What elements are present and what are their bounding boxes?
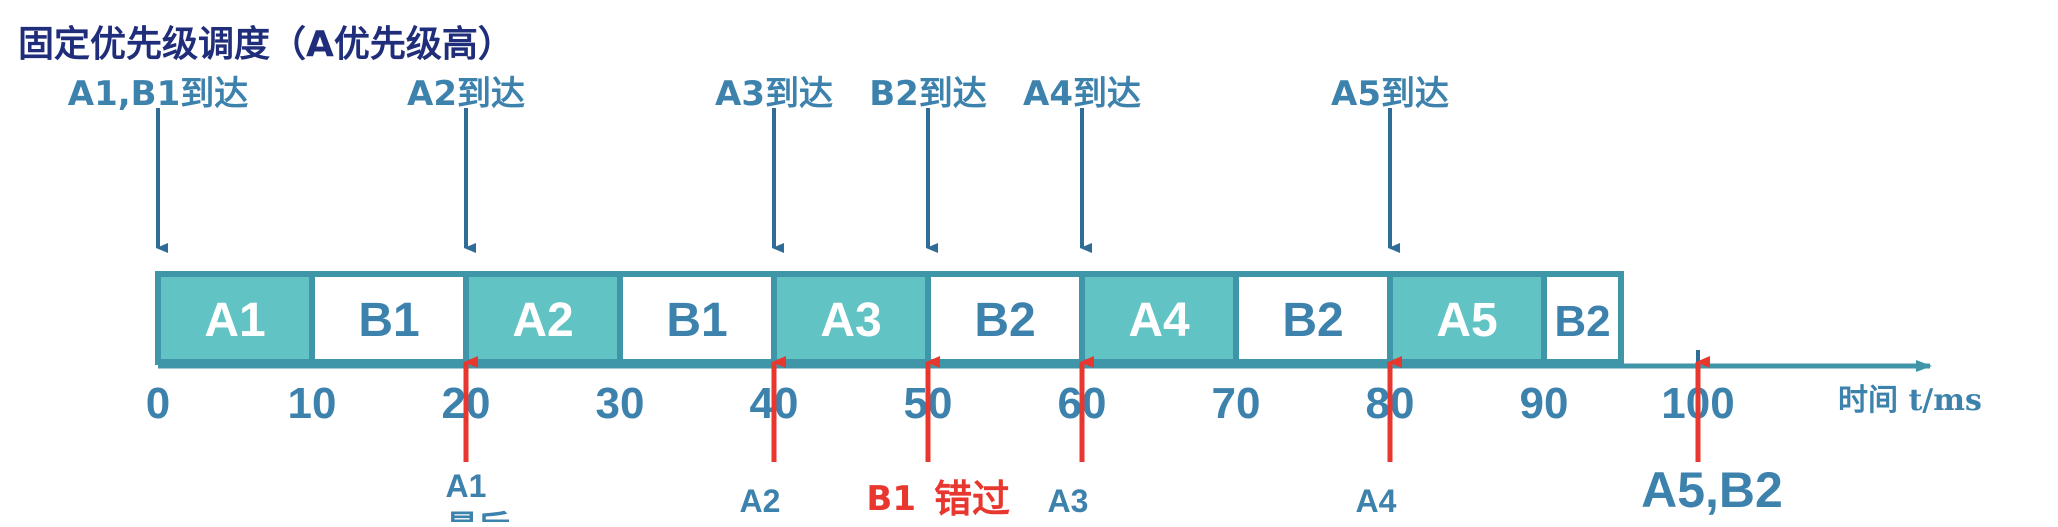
timeline-svg: 固定优先级调度（A优先级高） A1,B1到达 A2到达 A3到达 B2到达 A4到达 A5… [18,24,1982,527]
deadline-markers: A1 最后 A2 B1 错过 A3 A4 A5,B2 [446,356,1783,527]
slot-label: A1 [204,294,265,347]
axis-unit-label: 时间 t/ms [1838,383,1982,418]
axis-tick-label: 30 [596,379,645,428]
arrival-label: B2到达 [869,74,987,114]
arrival-label: A1,B1到达 [68,74,248,114]
arrival-label: A3到达 [715,74,833,114]
arrival-label: A5到达 [1331,74,1449,114]
axis-tick-label: 0 [146,379,170,428]
arrival-markers: A1,B1到达 A2到达 A3到达 B2到达 A4到达 A5到达 [68,74,1449,253]
slot-label: A3 [820,294,881,347]
slot-label: A2 [512,294,573,347]
deadline-label: A2 [740,483,781,519]
deadline-label: A3 [1048,483,1089,519]
deadline-label: A5,B2 [1641,462,1783,518]
deadline-sublabel: 最后 [446,509,510,522]
slot-label: A5 [1436,294,1497,347]
slot-label: B2 [1554,297,1610,346]
deadline-label: B1 [866,479,916,519]
deadline-label: A4 [1356,483,1397,519]
arrival-label: A4到达 [1023,74,1141,114]
slot-label: B2 [974,294,1035,347]
arrival-label: A2到达 [407,74,525,114]
axis-tick-label: 70 [1212,379,1261,428]
slot-label: A4 [1128,294,1190,347]
scheduling-diagram: 固定优先级调度（A优先级高） A1,B1到达 A2到达 A3到达 B2到达 A4到达 A5… [0,0,2058,527]
schedule-bar: A1 B1 A2 B1 A3 B2 A4 B2 A5 B2 [155,271,1624,365]
slot-label: B2 [1282,294,1343,347]
slot-label: B1 [666,294,727,347]
slot-label: B1 [358,294,419,347]
axis-tick-label: 10 [288,379,337,428]
missed-label: 错过 [934,477,1010,521]
deadline-label: A1 [446,468,487,504]
axis-tick-label: 90 [1520,379,1569,428]
page-title: 固定优先级调度（A优先级高） [18,24,514,65]
